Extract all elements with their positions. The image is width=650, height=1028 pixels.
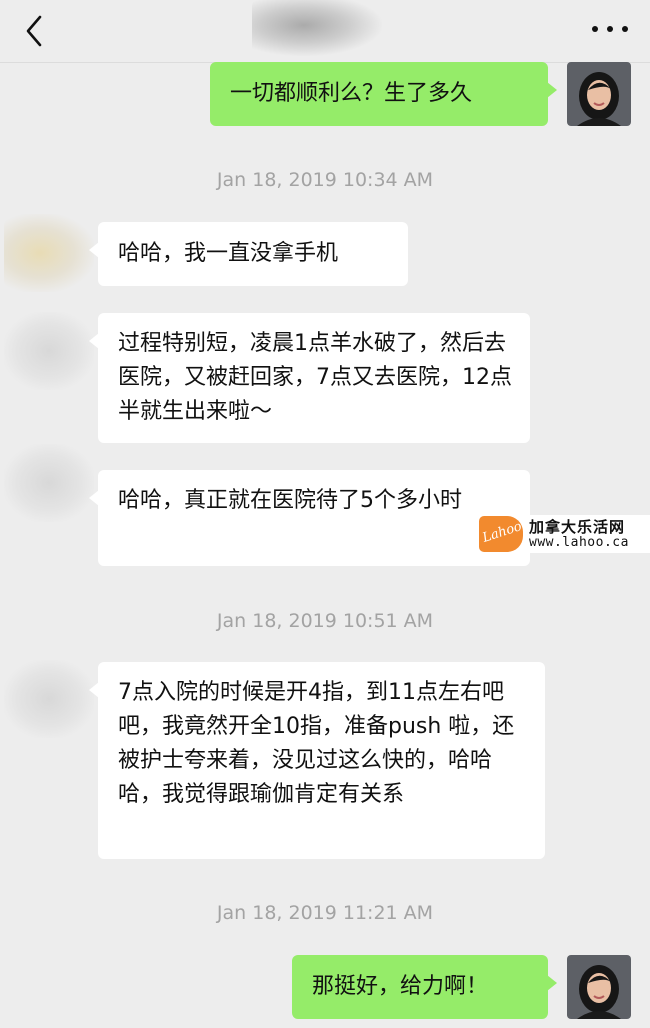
message-bubble-incoming[interactable]: 过程特别短，凌晨1点羊水破了，然后去医院，又被赶回家，7点又去医院，12点半就生… xyxy=(89,313,530,443)
blurred-contact-avatar xyxy=(4,312,94,390)
message-bubble-outgoing[interactable]: 一切都顺利么？生了多久 xyxy=(210,62,557,126)
message-timestamp: Jan 18, 2019 10:34 AM xyxy=(216,169,434,191)
more-dots-icon xyxy=(592,26,598,32)
chevron-left-icon xyxy=(26,15,42,47)
self-avatar[interactable] xyxy=(567,62,631,126)
blurred-contact-avatar xyxy=(4,214,94,292)
message-bubble-incoming[interactable]: 哈哈，真正就在医院待了5个多小时 xyxy=(89,470,530,566)
message-text: 7点入院的时候是开4指，到11点左右吧吧，我竟然开全10指，准备push 啦，还… xyxy=(118,680,515,807)
message-text: 那挺好，给力啊！ xyxy=(312,974,489,999)
message-timestamp: Jan 18, 2019 10:51 AM xyxy=(216,610,434,632)
lahoo-logo-icon: Lahoo xyxy=(479,516,524,552)
back-button[interactable] xyxy=(18,14,52,48)
blurred-contact-name xyxy=(252,0,382,56)
message-bubble-incoming[interactable]: 哈哈，我一直没拿手机 xyxy=(89,222,408,286)
self-avatar[interactable] xyxy=(567,955,631,1019)
user-avatar-icon xyxy=(567,62,631,126)
watermark-title: 加拿大乐活网 xyxy=(529,518,626,536)
message-text: 一切都顺利么？生了多久 xyxy=(230,81,473,106)
chat-header xyxy=(0,0,650,62)
blurred-contact-avatar xyxy=(4,444,94,522)
more-button[interactable] xyxy=(592,22,628,36)
message-bubble-outgoing[interactable]: 那挺好，给力啊！ xyxy=(292,955,557,1019)
message-text: 过程特别短，凌晨1点羊水破了，然后去医院，又被赶回家，7点又去医院，12点半就生… xyxy=(118,331,512,424)
watermark-url: www.lahoo.ca xyxy=(529,535,629,550)
user-avatar-icon xyxy=(567,955,631,1019)
message-text: 哈哈，我一直没拿手机 xyxy=(118,241,339,266)
lahoo-watermark: Lahoo 加拿大乐活网 www.lahoo.ca xyxy=(479,515,650,553)
message-bubble-incoming[interactable]: 7点入院的时候是开4指，到11点左右吧吧，我竟然开全10指，准备push 啦，还… xyxy=(89,662,545,859)
blurred-contact-avatar xyxy=(4,660,94,738)
message-text: 哈哈，真正就在医院待了5个多小时 xyxy=(118,488,462,513)
message-timestamp: Jan 18, 2019 11:21 AM xyxy=(216,902,434,924)
